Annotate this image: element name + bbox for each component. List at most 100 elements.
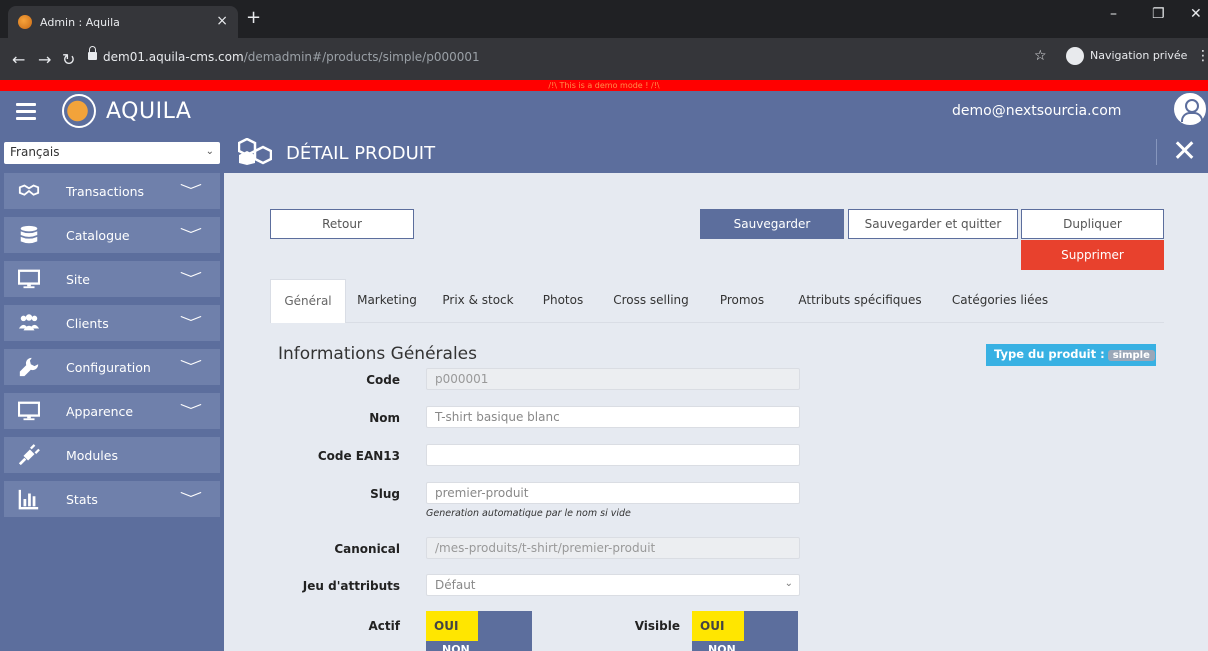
chevron-down-icon: ﹀: [179, 316, 203, 332]
url-path: /demadmin#/products/simple/p000001: [243, 50, 480, 64]
browser-tab[interactable]: Admin : Aquila ×: [8, 6, 238, 38]
product-tabs: Général Marketing Prix & stock Photos Cr…: [270, 279, 1164, 323]
active-toggle[interactable]: OUI NON: [426, 611, 532, 651]
close-window-button[interactable]: ✕: [1190, 6, 1202, 22]
visible-toggle[interactable]: OUI NON: [692, 611, 798, 651]
canonical-field[interactable]: /mes-produits/t-shirt/premier-produit: [426, 537, 800, 559]
monitor-icon: [18, 269, 40, 289]
bar-chart-icon: [18, 489, 39, 510]
chevron-down-icon: ⌄: [784, 578, 793, 589]
save-and-quit-button[interactable]: Sauvegarder et quitter: [848, 209, 1018, 239]
divider: [1156, 139, 1157, 165]
wrench-icon: [19, 357, 39, 377]
app-header: AQUILA demo@nextsourcia.com: [0, 91, 1208, 131]
handshake-icon: [18, 184, 40, 196]
chevron-down-icon: ﹀: [179, 360, 203, 376]
tab-prix-stock[interactable]: Prix & stock: [428, 279, 528, 323]
monitor-icon: [18, 401, 40, 421]
chevron-down-icon: ﹀: [179, 492, 203, 508]
sidebar-item-stats[interactable]: Stats ﹀: [4, 481, 220, 517]
forward-arrow-icon[interactable]: →: [38, 50, 51, 69]
product-type-value: simple: [1107, 350, 1155, 361]
sidebar-item-label: Catalogue: [66, 228, 130, 243]
sidebar-item-catalogue[interactable]: Catalogue ﹀: [4, 217, 220, 253]
attribute-set-value: Défaut: [435, 578, 476, 592]
plug-icon: [18, 444, 40, 466]
url-field[interactable]: dem01.aquila-cms.com/demadmin#/products/…: [103, 50, 480, 64]
sidebar-item-label: Site: [66, 272, 90, 287]
active-label: Actif: [368, 619, 400, 633]
demo-mode-banner: /!\ This is a demo mode ! /!\: [0, 80, 1208, 91]
back-arrow-icon[interactable]: ←: [12, 50, 25, 69]
toggle-off-option[interactable]: NON: [442, 643, 470, 651]
tab-promos[interactable]: Promos: [704, 279, 780, 323]
user-avatar-icon[interactable]: [1174, 93, 1206, 125]
reload-icon[interactable]: ↻: [62, 50, 75, 69]
lock-icon[interactable]: [88, 46, 97, 60]
page-header: DÉTAIL PRODUIT ✕: [224, 131, 1208, 173]
ean13-field[interactable]: [426, 444, 800, 466]
minimize-window-button[interactable]: –: [1110, 6, 1117, 22]
tab-categories-liees[interactable]: Catégories liées: [940, 279, 1060, 323]
hamburger-menu-icon[interactable]: [16, 103, 36, 124]
private-browsing-label: Navigation privée: [1090, 49, 1188, 62]
toggle-on-option[interactable]: OUI: [692, 611, 744, 641]
url-host: dem01.aquila-cms.com: [103, 50, 244, 64]
chevron-down-icon: ⌄: [205, 146, 214, 157]
incognito-icon: [1066, 47, 1084, 65]
delete-button[interactable]: Supprimer: [1021, 240, 1164, 270]
new-tab-button[interactable]: +: [246, 7, 261, 28]
product-detail-content: Retour Sauvegarder Sauvegarder et quitte…: [224, 173, 1208, 651]
cubes-icon: [238, 138, 272, 165]
sidebar-item-transactions[interactable]: Transactions ﹀: [4, 173, 220, 209]
close-icon[interactable]: ✕: [1172, 134, 1197, 169]
back-button[interactable]: Retour: [270, 209, 414, 239]
attribute-set-select[interactable]: Défaut ⌄: [426, 574, 800, 596]
tab-marketing[interactable]: Marketing: [346, 279, 428, 323]
chevron-down-icon: ﹀: [179, 228, 203, 244]
sidebar-item-label: Apparence: [66, 404, 134, 419]
browser-address-bar: ← → ↻ dem01.aquila-cms.com/demadmin#/pro…: [0, 38, 1208, 80]
duplicate-button[interactable]: Dupliquer: [1021, 209, 1164, 239]
slug-label: Slug: [370, 487, 400, 501]
sidebar-item-label: Stats: [66, 492, 98, 507]
sidebar-item-modules[interactable]: Modules: [4, 437, 220, 473]
sidebar-item-clients[interactable]: Clients ﹀: [4, 305, 220, 341]
language-select-value: Français: [10, 145, 60, 159]
canonical-label: Canonical: [334, 542, 400, 556]
section-title: Informations Générales: [278, 344, 477, 364]
bookmark-star-icon[interactable]: ☆: [1034, 48, 1047, 64]
product-type-badge: Type du produit : simple: [986, 344, 1156, 366]
tab-photos[interactable]: Photos: [528, 279, 598, 323]
page-title: DÉTAIL PRODUIT: [286, 143, 436, 164]
tab-general[interactable]: Général: [270, 279, 346, 323]
save-button[interactable]: Sauvegarder: [700, 209, 844, 239]
sidebar: Français ⌄ Transactions ﹀ Catalogue ﹀ Si…: [0, 131, 224, 651]
ean13-label: Code EAN13: [317, 449, 400, 463]
toggle-on-option[interactable]: OUI: [426, 611, 478, 641]
sidebar-item-configuration[interactable]: Configuration ﹀: [4, 349, 220, 385]
sidebar-item-apparence[interactable]: Apparence ﹀: [4, 393, 220, 429]
user-email[interactable]: demo@nextsourcia.com: [952, 103, 1121, 119]
tab-attributs-specifiques[interactable]: Attributs spécifiques: [780, 279, 940, 323]
name-field[interactable]: T-shirt basique blanc: [426, 406, 800, 428]
chevron-down-icon: ﹀: [179, 272, 203, 288]
restore-window-button[interactable]: ❐: [1152, 6, 1165, 22]
tab-cross-selling[interactable]: Cross selling: [598, 279, 704, 323]
users-icon: [18, 314, 40, 331]
language-select[interactable]: Français ⌄: [4, 142, 220, 164]
sidebar-item-label: Clients: [66, 316, 109, 331]
browser-menu-icon[interactable]: ⋮: [1196, 48, 1208, 64]
attribute-set-label: Jeu d'attributs: [302, 579, 400, 593]
sidebar-item-site[interactable]: Site ﹀: [4, 261, 220, 297]
code-field[interactable]: p000001: [426, 368, 800, 390]
toggle-off-option[interactable]: NON: [708, 643, 736, 651]
visible-label: Visible: [634, 619, 680, 633]
brand-name: AQUILA: [106, 99, 192, 124]
sidebar-item-label: Configuration: [66, 360, 151, 375]
chevron-down-icon: ﹀: [179, 184, 203, 200]
close-tab-icon[interactable]: ×: [216, 13, 228, 29]
chevron-down-icon: ﹀: [179, 404, 203, 420]
slug-field[interactable]: premier-produit: [426, 482, 800, 504]
private-browsing-indicator[interactable]: Navigation privée: [1066, 47, 1187, 65]
